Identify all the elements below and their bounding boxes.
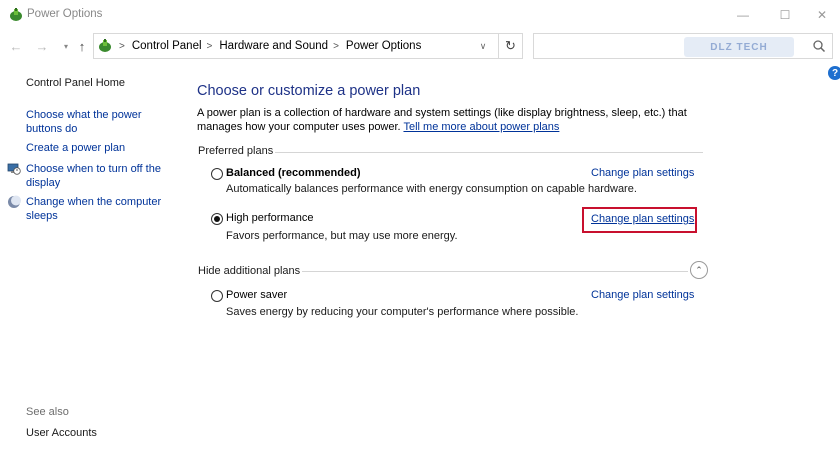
balanced-radio[interactable] (211, 168, 223, 180)
sidebar-item-user-accounts[interactable]: User Accounts (26, 427, 97, 441)
minimize-button[interactable]: — (720, 0, 766, 30)
title-bar: Power Options — ☐ ✕ (0, 0, 840, 30)
help-button[interactable]: ? (828, 66, 840, 80)
control-panel-icon (99, 39, 111, 52)
address-bar[interactable]: > Control Panel > Hardware and Sound > P… (93, 33, 523, 59)
see-also-heading: See also (26, 406, 69, 418)
window-title: Power Options (27, 8, 103, 20)
address-row: ← → ▾ ↑ > Control Panel > Hardware and S… (0, 30, 840, 62)
close-button[interactable]: ✕ (804, 0, 840, 30)
hide-additional-plans-heading[interactable]: Hide additional plans (198, 265, 300, 277)
monitor-clock-icon (7, 163, 21, 175)
watermark-logo: DLZ TECH (684, 37, 794, 57)
power-saver-plan-name[interactable]: Power saver (226, 289, 287, 301)
refresh-button[interactable]: ↻ (498, 34, 522, 58)
collapse-chevron-up-icon[interactable]: ⌃ (690, 261, 708, 279)
maximize-button[interactable]: ☐ (762, 0, 808, 30)
crumb-separator: > (206, 40, 213, 52)
breadcrumb-control-panel[interactable]: Control Panel (132, 40, 202, 52)
power-saver-radio[interactable] (211, 290, 223, 302)
sidebar-item-turn-off-display[interactable]: Choose when to turn off the display (26, 163, 166, 190)
high-performance-plan-name[interactable]: High performance (226, 212, 313, 224)
highlight-box (582, 207, 697, 233)
breadcrumb-power-options[interactable]: Power Options (346, 40, 421, 52)
power-options-icon (10, 8, 22, 21)
up-button[interactable]: ↑ (74, 38, 90, 54)
learn-more-link[interactable]: Tell me more about power plans (403, 121, 559, 133)
power-saver-plan-description: Saves energy by reducing your computer's… (226, 306, 579, 318)
sidebar-item-create-plan[interactable]: Create a power plan (26, 142, 125, 156)
recent-locations-dropdown[interactable]: ▾ (58, 38, 74, 54)
crumb-separator: > (333, 40, 339, 52)
page-title: Choose or customize a power plan (197, 83, 421, 99)
sidebar-item-computer-sleeps[interactable]: Change when the computer sleeps (26, 196, 166, 223)
forward-button[interactable]: → (34, 38, 50, 54)
high-performance-radio[interactable] (211, 213, 223, 225)
preferred-plans-divider (275, 152, 703, 153)
preferred-plans-heading: Preferred plans (198, 145, 274, 157)
high-performance-plan-description: Favors performance, but may use more ene… (226, 230, 458, 242)
balanced-change-settings-link[interactable]: Change plan settings (591, 167, 694, 179)
search-icon (813, 40, 826, 53)
page-description: A power plan is a collection of hardware… (197, 107, 727, 134)
address-dropdown-button[interactable]: ∨ (472, 34, 494, 58)
crumb-separator: > (119, 40, 125, 52)
sidebar-item-power-buttons[interactable]: Choose what the power buttons do (26, 109, 166, 136)
additional-plans-divider (302, 271, 688, 272)
breadcrumb: > Control Panel > Hardware and Sound > P… (114, 40, 421, 52)
balanced-plan-name[interactable]: Balanced (recommended) (226, 167, 360, 179)
search-input[interactable]: DLZ TECH (533, 33, 833, 59)
back-button[interactable]: ← (8, 38, 24, 54)
moon-icon (8, 195, 21, 208)
breadcrumb-hardware-and-sound[interactable]: Hardware and Sound (219, 40, 328, 52)
sidebar-control-panel-home[interactable]: Control Panel Home (26, 77, 125, 91)
balanced-plan-description: Automatically balances performance with … (226, 183, 637, 195)
power-saver-change-settings-link[interactable]: Change plan settings (591, 289, 694, 301)
